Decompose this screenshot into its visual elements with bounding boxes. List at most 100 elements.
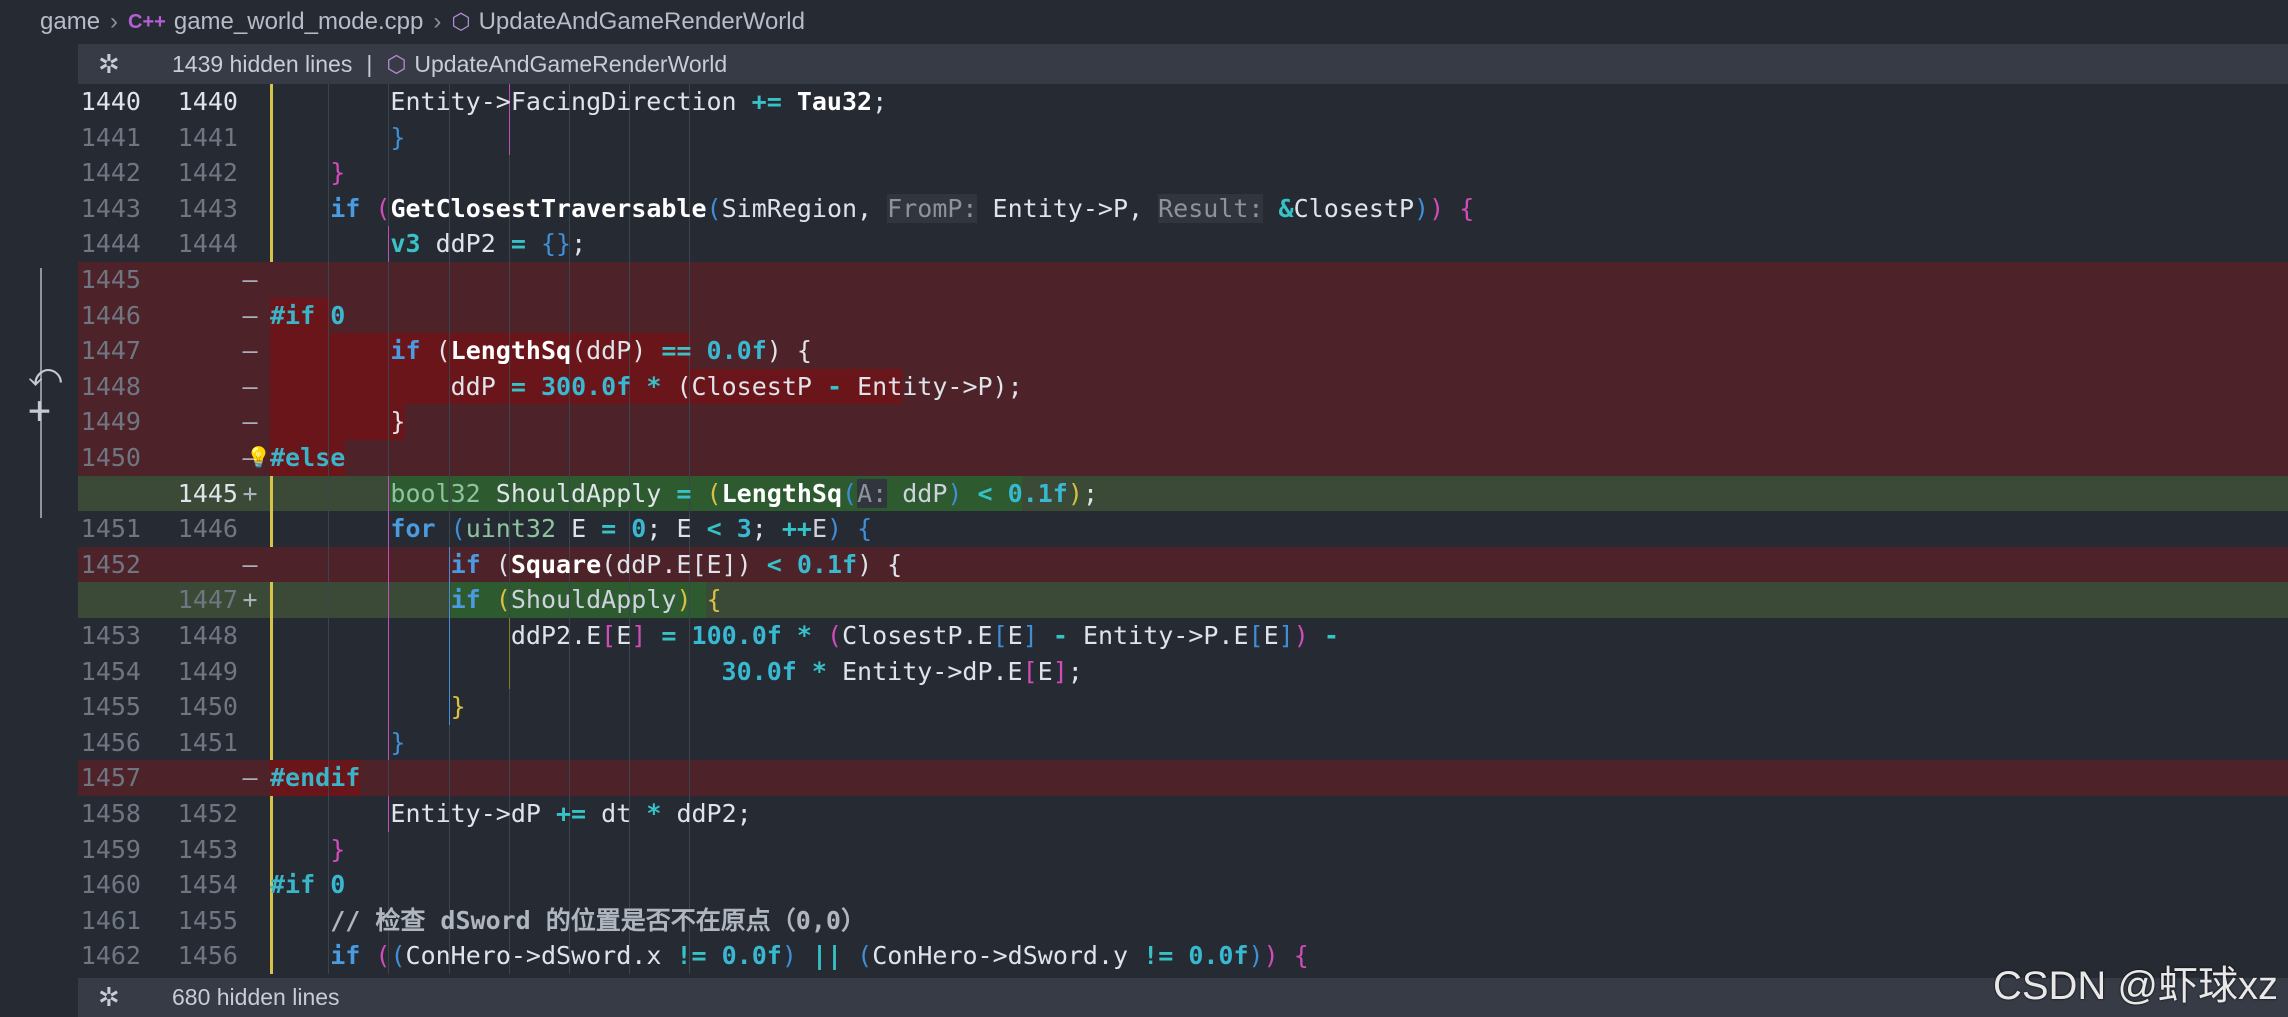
breadcrumb-file[interactable]: game_world_mode.cpp: [174, 8, 423, 36]
code-line[interactable]: 1443 1443 if (GetClosestTraversable(SimRe…: [78, 190, 2288, 227]
old-line-number: 1445: [80, 265, 141, 294]
code-token: v3: [390, 229, 421, 259]
deleted-line[interactable]: 1452 — if (Square(ddP.E[E]) < 0.1f) {: [78, 546, 2288, 583]
code-line[interactable]: 1462 1456 if ((ConHero->dSword.x != 0.0f)…: [78, 938, 2288, 974]
expand-fold-icon[interactable]: ✲: [98, 49, 172, 80]
inserted-line[interactable]: 1445 + bool32 ShouldApply = (LengthSq(A: …: [78, 475, 2288, 512]
code-line[interactable]: 1453 1448 ddP2.E[E] = 100.0f * (ClosestP.…: [78, 618, 2288, 654]
breadcrumb-symbol[interactable]: UpdateAndGameRenderWorld: [479, 8, 805, 36]
code-line[interactable]: 1455 1450 }: [78, 689, 2288, 725]
deleted-line[interactable]: 1457 — #endif: [78, 760, 2288, 796]
code-line[interactable]: 1459 1453 }: [78, 831, 2288, 868]
code-content: }: [270, 689, 466, 725]
deleted-line[interactable]: 1447 — if (LengthSq(ddP) == 0.0f) {: [78, 333, 2288, 369]
old-line-number: 1452: [80, 549, 141, 579]
code-token: ;: [872, 87, 888, 116]
indent-guide: [689, 831, 691, 868]
top-fold-symbol: UpdateAndGameRenderWorld: [414, 50, 728, 77]
code-line[interactable]: 1444 1444 v3 ddP2 = {};: [78, 226, 2288, 262]
indent-guide: [569, 297, 570, 334]
code-token: *: [811, 656, 827, 686]
code-token: ConHero->dSword.x: [405, 941, 677, 971]
code-token: (ddP.E[E]): [601, 549, 767, 579]
code-content: #endif: [270, 760, 360, 796]
code-line[interactable]: 1458 1452 Entity->dP += dt * ddP2;: [78, 796, 2288, 832]
code-token: E: [1007, 621, 1023, 650]
lightbulb-icon[interactable]: 💡: [246, 440, 271, 476]
indent-guide: [689, 404, 691, 440]
deleted-line[interactable]: 1450— #else 💡: [78, 440, 2288, 476]
code-content: Entity->dP += dt * ddP2;: [270, 796, 751, 832]
code-content: 30.0f * Entity->dP.E[E];: [270, 654, 1083, 690]
code-token: (ClosestP: [661, 371, 827, 401]
new-line-number: 1448: [177, 621, 238, 650]
code-token: ;: [571, 229, 587, 259]
diff-editor[interactable]: 1440 1440 Entity->FacingDirection += Tau3…: [78, 84, 2288, 978]
code-token: [: [601, 621, 617, 650]
code-line[interactable]: 1442 1442 }: [78, 155, 2288, 191]
code-token: if: [450, 585, 481, 615]
code-content: // 检查 dSword 的位置是否不在原点（0,0）: [270, 903, 866, 939]
code-line[interactable]: 1451 1446 for (uint32 E = 0; E < 3; ++E) …: [78, 511, 2288, 547]
code-token: A:: [857, 478, 888, 508]
deleted-line[interactable]: 1449 — }: [78, 404, 2288, 440]
code-token: =: [676, 478, 692, 508]
indent-guide: [508, 262, 510, 298]
indent-guide: [629, 724, 631, 761]
code-line[interactable]: 1441 1441 }: [78, 119, 2288, 156]
code-content: #if 0: [270, 298, 345, 334]
code-line[interactable]: 1460 1454 #if 0: [78, 867, 2288, 903]
code-line[interactable]: 1461 1455 // 检查 dSword 的位置是否不在原点（0,0）: [78, 902, 2288, 939]
stage-change-icon[interactable]: +: [28, 388, 51, 432]
old-line-number: 1457: [80, 763, 141, 793]
code-token: ): [827, 514, 843, 544]
code-content: if (ShouldApply) {: [270, 582, 722, 618]
deleted-line[interactable]: 1445 —: [78, 262, 2288, 298]
code-line[interactable]: 1454 1449 30.0f * Entity->dP.E[E];: [78, 653, 2288, 690]
code-token: 0.1f: [796, 549, 858, 579]
code-token: if: [330, 941, 361, 971]
delete-marker: —: [242, 407, 258, 437]
delete-marker: —: [242, 371, 258, 401]
code-line[interactable]: 1440 1440 Entity->FacingDirection += Tau3…: [78, 84, 2288, 120]
code-content: if ((ConHero->dSword.x != 0.0f) || (ConH…: [270, 938, 1309, 974]
code-line[interactable]: 1456 1451 }: [78, 724, 2288, 761]
code-content: if (Square(ddP.E[E]) < 0.1f) {: [270, 547, 903, 583]
delete-marker: —: [242, 336, 258, 366]
expand-fold-icon[interactable]: ✲: [98, 982, 172, 1013]
indent-guide: [629, 867, 631, 903]
deleted-line[interactable]: 1448 — ddP = 300.0f * (ClosestP - Entity-…: [78, 368, 2288, 405]
indent-guide: [448, 155, 450, 191]
indent-guide: [448, 724, 450, 761]
code-content: }: [270, 155, 345, 191]
old-line-number: 1453: [80, 621, 141, 650]
indent-guide: [508, 689, 510, 725]
code-token: +=: [751, 87, 782, 116]
breadcrumb-root[interactable]: game: [40, 8, 100, 36]
code-token: ): [1293, 621, 1309, 650]
code-token: Entity->P.E: [1067, 621, 1249, 650]
new-line-number: 1442: [177, 158, 238, 188]
inserted-line[interactable]: 1447 + if (ShouldApply) {: [78, 582, 2288, 618]
new-line-number: 1454: [177, 870, 238, 900]
bottom-fold-bar[interactable]: ✲ 680 hidden lines: [78, 978, 2288, 1017]
code-token: ]: [1022, 621, 1038, 650]
code-token: ShouldApply: [510, 585, 677, 615]
delete-marker: —: [242, 763, 258, 793]
code-content: }: [270, 725, 405, 761]
code-token: *: [796, 621, 812, 650]
top-fold-bar[interactable]: ✲ 1439 hidden lines | ⬡ UpdateAndGameRen…: [78, 44, 2288, 84]
indent-guide: [508, 297, 510, 334]
deleted-line[interactable]: 1446 — #if 0: [78, 297, 2288, 334]
